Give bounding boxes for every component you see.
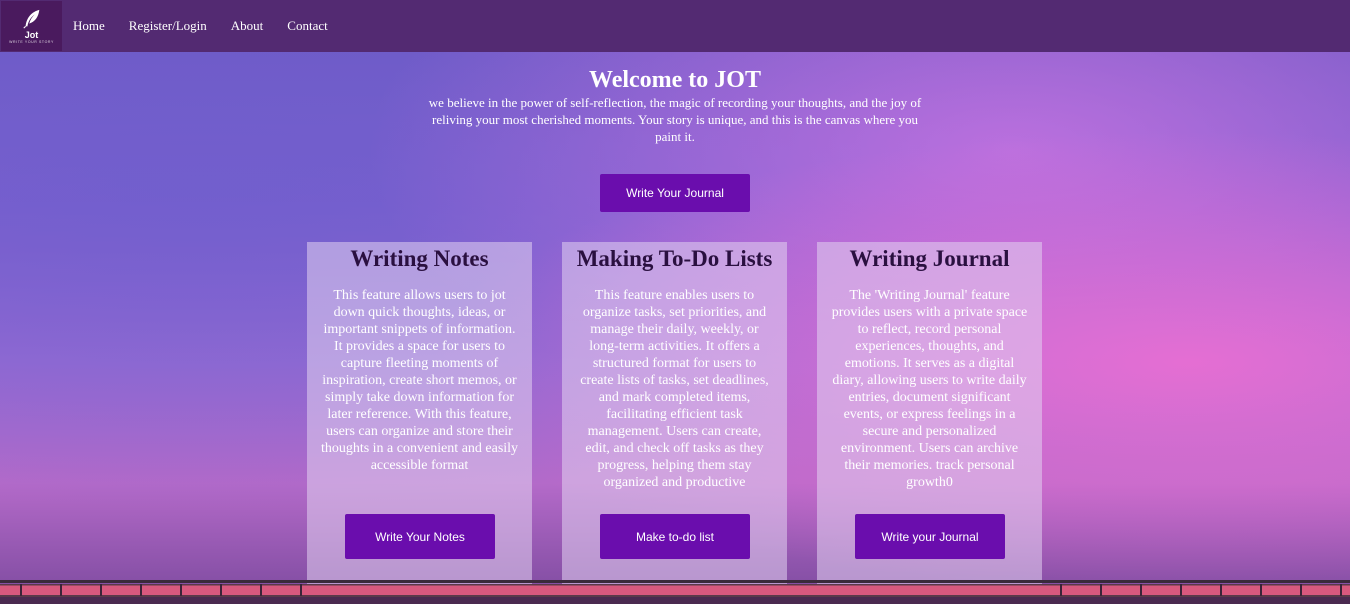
navbar: Jot WRITE YOUR STORY Home Register/Login…	[0, 0, 1350, 52]
write-journal-card-button[interactable]: Write your Journal	[855, 514, 1005, 559]
card-description: This feature enables users to organize t…	[580, 288, 769, 490]
feature-card-todo: Making To-Do Lists This feature enables …	[562, 242, 787, 604]
make-todo-list-button[interactable]: Make to-do list	[600, 514, 750, 559]
feature-card-notes: Writing Notes This feature allows users …	[307, 242, 532, 604]
hero-section: Welcome to JOT we believe in the power o…	[0, 66, 1350, 145]
feature-card-journal: Writing Journal The 'Writing Journal' fe…	[817, 242, 1042, 604]
card-title: Making To-Do Lists	[576, 246, 773, 271]
logo-tagline: WRITE YOUR STORY	[9, 40, 54, 44]
nav-register-login-link[interactable]: Register/Login	[129, 18, 207, 34]
feather-icon	[22, 9, 39, 29]
card-title: Writing Notes	[350, 246, 489, 271]
nav-contact-link[interactable]: Contact	[287, 18, 327, 34]
nav-about-link[interactable]: About	[231, 18, 264, 34]
write-notes-button[interactable]: Write Your Notes	[345, 514, 495, 559]
card-description: This feature allows users to jot down qu…	[320, 288, 519, 473]
card-description: The 'Writing Journal' feature provides u…	[831, 288, 1028, 490]
hero-title: Welcome to JOT	[589, 67, 761, 93]
write-journal-hero-button[interactable]: Write Your Journal	[600, 174, 750, 212]
nav-home-link[interactable]: Home	[73, 18, 105, 34]
site-logo[interactable]: Jot WRITE YOUR STORY	[1, 1, 62, 51]
logo-text: Jot	[24, 30, 39, 40]
hero-description: we believe in the power of self-reflecti…	[428, 95, 922, 144]
bridge-silhouette	[0, 580, 1350, 604]
card-title: Writing Journal	[849, 246, 1010, 271]
nav-links: Home Register/Login About Contact	[73, 18, 352, 34]
